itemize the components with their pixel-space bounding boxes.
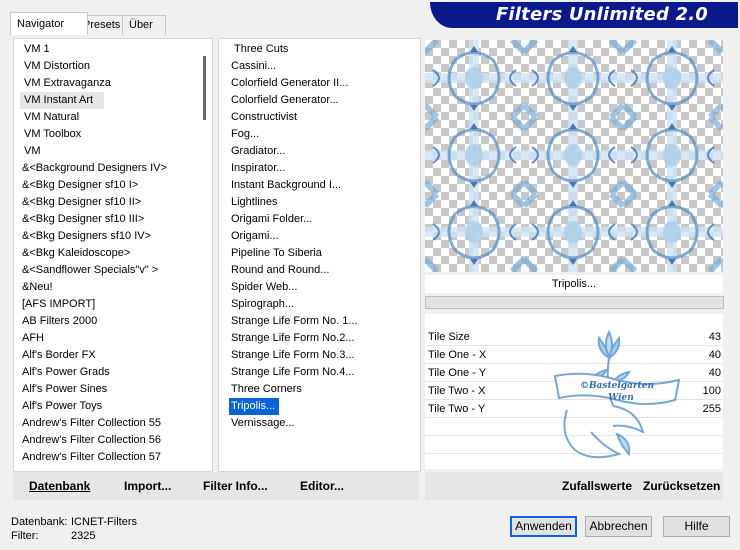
list-item[interactable]: &<Bkg Kaleidoscope> [22,245,130,262]
left-button-bar: Datenbank Import... Filter Info... Edito… [13,472,419,500]
status-filter-label: Filter: [11,530,39,542]
progress-bar [425,296,724,309]
list-item[interactable]: Constructivist [231,109,297,126]
randomize-button[interactable]: Zufallswerte [562,472,632,500]
editor-button[interactable]: Editor... [300,472,344,500]
list-item[interactable]: Lightlines [231,194,277,211]
param-label: Tile One - Y [428,367,487,379]
param-value: 40 [708,349,721,361]
list-item[interactable]: Andrew's Filter Collection 56 [22,432,161,449]
list-item[interactable]: Strange Life Form No. 1... [231,313,358,330]
filter-info-button[interactable]: Filter Info... [203,472,268,500]
reset-button[interactable]: Zurücksetzen [643,472,720,500]
apply-button[interactable]: Anwenden [510,516,577,537]
tab-uber[interactable]: Über [122,15,166,35]
tab-presets-label: Presets [83,19,121,31]
list-item-selected[interactable]: VM Instant Art [20,92,104,109]
list-item[interactable]: Spider Web... [231,279,297,296]
category-list[interactable]: VM 1 VM Distortion VM Extravaganza VM In… [13,38,213,472]
list-item[interactable]: Strange Life Form No.4... [231,364,355,381]
banner-title: Filters Unlimited 2.0 [495,4,708,25]
list-item[interactable]: Strange Life Form No.2... [231,330,355,347]
param-value: 43 [708,331,721,343]
list-item[interactable]: Pipeline To Siberia [231,245,322,262]
list-item[interactable]: Instant Background I... [231,177,341,194]
list-item[interactable]: Fog... [231,126,259,143]
list-item[interactable]: Gradiator... [231,143,285,160]
status-db-value: ICNET-Filters [71,516,137,528]
preview-pattern [425,40,723,272]
cancel-button[interactable]: Abbrechen [585,516,652,537]
watermark-logo: ©Bastelgarten Wien [553,329,681,459]
datenbank-button[interactable]: Datenbank [29,472,90,500]
selected-filter-name: Tripolis... [425,275,723,293]
watermark-text-line2: Wien [608,393,634,403]
list-item-selected[interactable]: Tripolis... [229,398,279,415]
list-item[interactable]: AFH [22,330,44,347]
tab-navigator-label: Navigator [17,18,65,30]
title-banner: Filters Unlimited 2.0 [430,2,738,28]
param-label: Tile Size [428,331,470,343]
list-item[interactable]: &<Bkg Designer sf10 I> [22,177,138,194]
list-item[interactable]: Three Cuts [234,41,288,58]
right-button-bar: Zufallswerte Zurücksetzen [425,472,723,500]
param-label: Tile Two - Y [428,403,486,415]
list-item[interactable]: &<Bkg Designer sf10 III> [22,211,144,228]
parameter-panel: Tile Size 43 Tile One - X 40 Tile One - … [425,314,723,469]
status-db-label: Datenbank: [11,516,68,528]
list-item[interactable]: Colorfield Generator... [231,92,339,109]
filter-list[interactable]: Three Cuts Cassini... Colorfield Generat… [218,38,421,472]
list-item[interactable]: VM 1 [24,41,50,58]
watermark-text-line1: ©Bastelgarten [580,381,654,391]
list-item[interactable]: &<Bkg Designers sf10 IV> [22,228,151,245]
list-item[interactable]: VM Natural [24,109,79,126]
param-label: Tile One - X [428,349,487,361]
import-button[interactable]: Import... [124,472,171,500]
status-filter-value: 2325 [71,530,96,542]
param-value: 255 [702,403,721,415]
list-item[interactable]: Strange Life Form No.3... [231,347,355,364]
list-item[interactable]: [AFS IMPORT] [22,296,95,313]
list-item[interactable]: Round and Round... [231,262,329,279]
list-item[interactable]: Colorfield Generator II... [231,75,348,92]
list-item[interactable]: Origami Folder... [231,211,312,228]
list-item[interactable]: Origami... [231,228,279,245]
tab-uber-label: Über [129,19,153,31]
list-item[interactable]: VM [24,143,41,160]
param-value: 100 [702,385,721,397]
list-item[interactable]: VM Distortion [24,58,90,75]
list-item[interactable]: Andrew's Filter Collection 57 [22,449,161,466]
list-item[interactable]: Alf's Border FX [22,347,96,364]
list-item[interactable]: Alf's Power Sines [22,381,107,398]
list-item[interactable]: Spirograph... [231,296,294,313]
list-item[interactable]: Alf's Power Toys [22,398,102,415]
category-scrollbar-thumb[interactable] [203,56,206,120]
list-item[interactable]: Alf's Power Grads [22,364,110,381]
list-item[interactable]: &<Sandflower Specials"v" > [22,262,158,279]
list-item[interactable]: Inspirator... [231,160,285,177]
filter-preview [425,40,723,272]
list-item[interactable]: &<Background Designers IV> [22,160,167,177]
list-item[interactable]: Vernissage... [231,415,295,432]
list-item[interactable]: AB Filters 2000 [22,313,97,330]
list-item[interactable]: VM Extravaganza [24,75,111,92]
list-item[interactable]: &<Bkg Designer sf10 II> [22,194,141,211]
param-label: Tile Two - X [428,385,486,397]
list-item[interactable]: Three Corners [231,381,302,398]
list-item[interactable]: Cassini... [231,58,276,75]
tab-navigator[interactable]: Navigator [10,12,88,35]
list-item[interactable]: &Neu! [22,279,53,296]
list-item[interactable]: VM Toolbox [24,126,81,143]
help-button[interactable]: Hilfe [663,516,730,537]
param-value: 40 [708,367,721,379]
list-item[interactable]: Andrew's Filter Collection 55 [22,415,161,432]
